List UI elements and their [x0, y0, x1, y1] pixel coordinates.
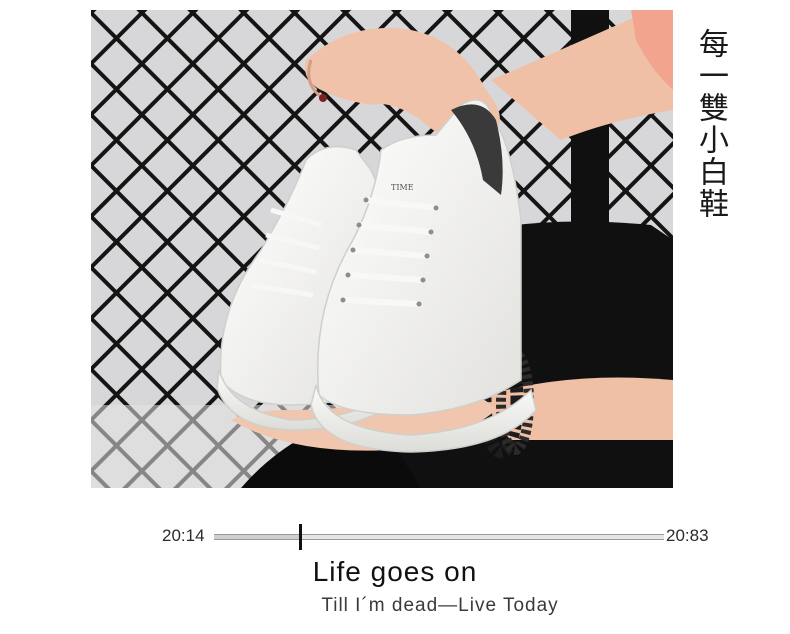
sneaker-product-photo: TIME	[91, 10, 673, 488]
progress-player: 20:14 20:83	[150, 520, 730, 552]
headline-subtitle: Till I´m dead—Live Today	[321, 595, 559, 616]
shoe-tongue-text: TIME	[391, 183, 414, 192]
progress-thumb[interactable]	[298, 524, 302, 550]
total-time: 20:83	[666, 526, 709, 545]
current-time: 20:14	[162, 526, 205, 545]
progress-track[interactable]	[214, 534, 664, 540]
product-poster: TIME 每一雙小白鞋 20:14 20:83 Life goes on Til…	[0, 0, 790, 634]
headline-title: Life goes on	[312, 556, 478, 587]
progress-fill	[214, 535, 300, 539]
vertical-caption: 每一雙小白鞋	[693, 28, 728, 220]
